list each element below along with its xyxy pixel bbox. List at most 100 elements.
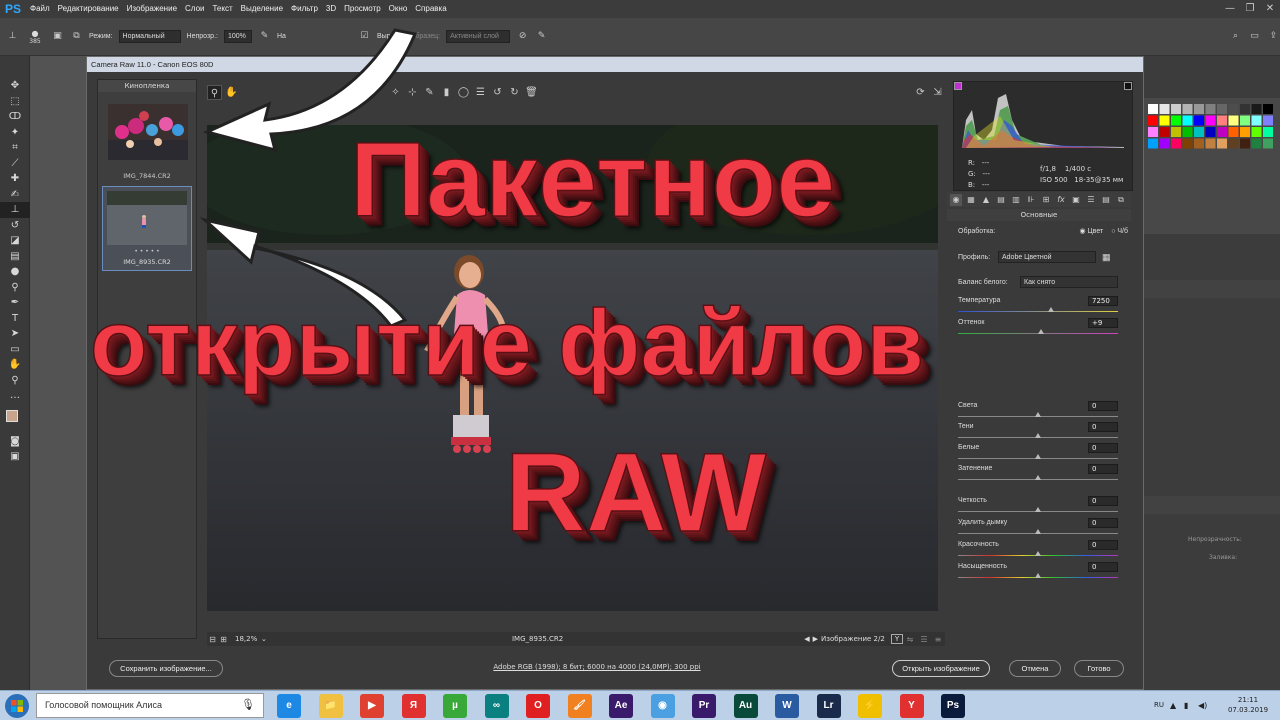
highlight-clipping-icon[interactable]: [1124, 82, 1132, 90]
slider-value-7[interactable]: 0: [1088, 518, 1118, 528]
compare-icon[interactable]: ⇋: [903, 635, 917, 644]
menu-item-3[interactable]: Слои: [181, 0, 208, 18]
restore-icon[interactable]: ❐: [1240, 2, 1260, 16]
taskbar-app-icon-9[interactable]: ◉: [650, 694, 675, 718]
color-swatch[interactable]: [1171, 127, 1181, 137]
radial-filter-icon[interactable]: ◯: [456, 85, 471, 100]
color-swatch[interactable]: [1148, 115, 1158, 126]
slider-value-4[interactable]: 0: [1088, 443, 1118, 453]
tray-arrow-icon[interactable]: ▲: [1170, 701, 1176, 710]
workflow-options-link[interactable]: Adobe RGB (1998); 8 бит; 6000 на 4000 (2…: [387, 663, 807, 671]
mode-select[interactable]: Нормальный: [118, 30, 181, 43]
crop-tool-icon[interactable]: ⌗: [0, 140, 30, 156]
taskbar-app-icon-16[interactable]: Ps: [941, 694, 965, 718]
color-swatch[interactable]: [1251, 115, 1262, 126]
color-swatch[interactable]: [1263, 138, 1273, 149]
minimize-icon[interactable]: —: [1220, 2, 1240, 16]
path-select-icon[interactable]: ➤: [0, 326, 30, 342]
color-swatch[interactable]: [1171, 138, 1181, 149]
preferences-icon[interactable]: ☰: [473, 85, 488, 100]
taskbar-app-icon-8[interactable]: Ae: [609, 694, 633, 718]
slider-knob-5[interactable]: [1035, 475, 1041, 480]
color-swatch[interactable]: [1194, 138, 1204, 149]
brush-tool-icon[interactable]: ✍: [0, 187, 30, 203]
color-swatch[interactable]: [1182, 138, 1193, 149]
slider-value-9[interactable]: 0: [1088, 562, 1118, 572]
cancel-button[interactable]: Отмена: [1009, 660, 1061, 677]
blur-icon[interactable]: ●: [0, 264, 30, 280]
refresh-icon[interactable]: ⟳: [913, 85, 928, 100]
taskbar-app-icon-13[interactable]: Lr: [816, 694, 841, 718]
color-swatch[interactable]: [1251, 138, 1262, 149]
color-swatch[interactable]: [1217, 115, 1227, 126]
slider-knob-6[interactable]: [1035, 507, 1041, 512]
color-swatch[interactable]: [1228, 104, 1239, 114]
zoom-dropdown-icon[interactable]: ⌄: [261, 635, 271, 643]
color-swatch[interactable]: [1240, 115, 1250, 126]
color-swatch[interactable]: [1159, 127, 1170, 137]
taskbar-app-icon-0[interactable]: e: [277, 694, 301, 718]
thumbnail-1[interactable]: [108, 104, 188, 160]
tab-calibration-icon[interactable]: ▣: [1070, 194, 1082, 206]
zoom-in-icon[interactable]: ⊞: [218, 634, 229, 645]
color-swatch[interactable]: [1194, 104, 1204, 114]
slider-knob-8[interactable]: [1035, 551, 1041, 556]
zoom-value[interactable]: 18,2%: [229, 635, 261, 643]
slider-knob-3[interactable]: [1035, 433, 1041, 438]
profile-browser-icon[interactable]: ▦: [1102, 252, 1111, 263]
dodge-icon[interactable]: ⚲: [0, 280, 30, 296]
white-balance-select[interactable]: Как снято: [1020, 276, 1118, 288]
zoom-tool-icon[interactable]: ⚲: [0, 373, 30, 389]
slider-knob-9[interactable]: [1035, 573, 1041, 578]
taskbar-app-icon-4[interactable]: µ: [443, 694, 467, 718]
healing-brush-icon[interactable]: ✚: [0, 171, 30, 187]
clone-stamp-icon[interactable]: ⊥: [0, 202, 30, 218]
close-icon[interactable]: ✕: [1260, 2, 1280, 16]
color-swatch[interactable]: [1240, 104, 1250, 114]
network-icon[interactable]: ▮: [1184, 701, 1188, 710]
language-indicator[interactable]: RU: [1154, 701, 1164, 709]
share-icon[interactable]: ⇪: [1267, 30, 1280, 43]
fullscreen-icon[interactable]: ⇲: [930, 85, 945, 100]
color-swatch[interactable]: [1240, 138, 1250, 149]
tab-curve-icon[interactable]: ▦: [965, 194, 977, 206]
eyedropper-icon[interactable]: ⟋: [0, 156, 30, 172]
color-swatch[interactable]: [1263, 115, 1273, 126]
screen-mode-icon[interactable]: ▣: [0, 449, 30, 465]
brush-preset[interactable]: ● 385: [25, 29, 45, 45]
hand-tool-icon[interactable]: ✋: [0, 357, 30, 373]
move-tool-icon[interactable]: ✥: [0, 78, 30, 94]
tab-snapshots-icon[interactable]: ▤: [1100, 194, 1112, 206]
color-swatch[interactable]: [1205, 138, 1216, 149]
settings-swap-icon[interactable]: ☰: [917, 635, 931, 644]
color-swatch[interactable]: [1171, 115, 1181, 126]
clone-source-icon[interactable]: ⧉: [70, 30, 83, 43]
swatch-grid[interactable]: [1143, 104, 1280, 194]
magic-wand-icon[interactable]: ✦: [0, 125, 30, 141]
taskbar-app-icon-1[interactable]: 📁: [318, 694, 343, 718]
color-swatch[interactable]: [1171, 104, 1181, 114]
more-tools-icon[interactable]: …: [0, 388, 30, 404]
taskbar-app-icon-3[interactable]: Я: [401, 694, 426, 718]
rotate-left-icon[interactable]: ↺: [490, 85, 505, 100]
tab-transform-icon[interactable]: ⊞: [1040, 194, 1052, 206]
color-swatch[interactable]: [1194, 115, 1204, 126]
taskbar-app-icon-14[interactable]: ⚡: [858, 694, 882, 718]
alice-search-box[interactable]: Голосовой помощник Алиса 🎙: [36, 693, 264, 718]
gradient-icon[interactable]: ▤: [0, 249, 30, 265]
menu-item-10[interactable]: Справка: [411, 0, 450, 18]
menu-item-5[interactable]: Выделение: [237, 0, 287, 18]
clock[interactable]: 21:11 07.03.2019: [1220, 695, 1276, 715]
color-swatch[interactable]: [1263, 127, 1273, 137]
color-radio[interactable]: ◉: [1079, 227, 1087, 235]
tab-detail-icon[interactable]: ▲: [980, 194, 992, 206]
color-swatch[interactable]: [1205, 127, 1216, 137]
slider-value-6[interactable]: 0: [1088, 496, 1118, 506]
color-swatch[interactable]: [1217, 104, 1227, 114]
open-image-button[interactable]: Открыть изображение: [892, 660, 990, 677]
zoom-out-icon[interactable]: ⊟: [207, 634, 218, 645]
workspace-icon[interactable]: ▭: [1248, 30, 1261, 43]
color-swatch[interactable]: [1148, 104, 1158, 114]
color-swatch[interactable]: [1182, 104, 1193, 114]
color-swatch[interactable]: [1228, 115, 1239, 126]
